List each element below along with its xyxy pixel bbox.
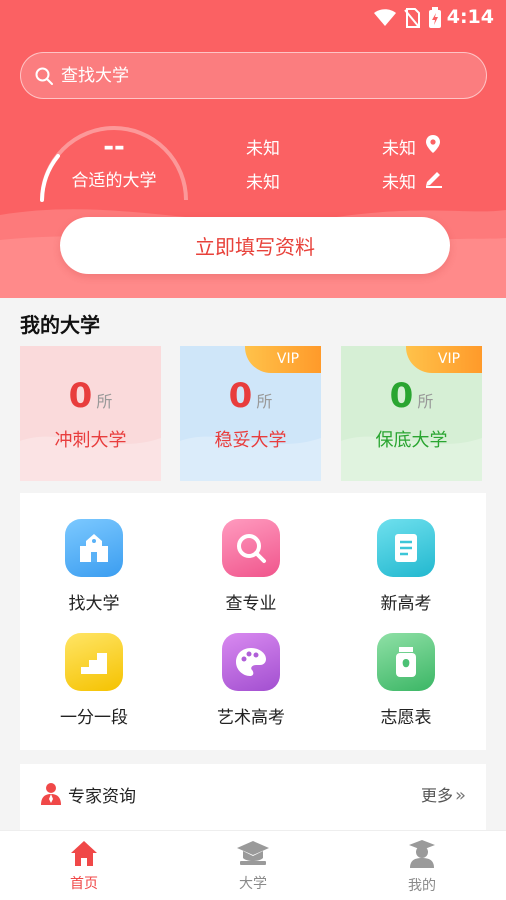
feature-find-university[interactable]: 找大学 (34, 519, 154, 629)
graduation-cap-icon (237, 841, 269, 865)
feature-label: 新高考 (380, 594, 432, 614)
search-icon (35, 67, 53, 85)
feature-label: 一分一段 (60, 708, 128, 728)
tab-mine[interactable]: 我的 (372, 839, 472, 895)
info-left-bottom[interactable]: 未知 (246, 168, 280, 193)
card-count: 0所 (341, 376, 482, 416)
double-chevron-right-icon: » (454, 785, 466, 806)
info-left-top[interactable]: 未知 (246, 134, 280, 159)
jar-icon (377, 633, 435, 691)
header-hero: 4:14 -- 合适的大学 未知 未知 未知 未知 立即填写资料 (0, 0, 506, 298)
wifi-icon (374, 9, 396, 26)
card-count-unit: 所 (417, 392, 434, 411)
no-sim-icon (404, 8, 420, 28)
card-count-number: 0 (389, 376, 414, 416)
card-name: 冲刺大学 (54, 430, 127, 451)
expert-consult-row[interactable]: 专家资询 更多» (20, 764, 486, 830)
status-icons (374, 7, 442, 29)
feature-art-gaokao[interactable]: 艺术高考 (191, 633, 311, 743)
status-bar: 4:14 (0, 0, 506, 36)
steps-icon (65, 633, 123, 691)
feature-label: 找大学 (68, 594, 120, 614)
feature-label: 艺术高考 (217, 708, 285, 728)
status-time: 4:14 (446, 6, 494, 28)
card-count-number: 0 (228, 376, 253, 416)
info-location[interactable]: 未知 (382, 134, 416, 159)
document-icon (377, 519, 435, 577)
search-bar[interactable] (20, 52, 487, 99)
card-count: 0所 (20, 376, 161, 416)
feature-score-rank[interactable]: 一分一段 (34, 633, 154, 743)
graduate-person-icon (409, 840, 435, 868)
school-icon (65, 519, 123, 577)
feature-grid: 找大学 查专业 新高考 一分一段 艺术高考 志愿表 (20, 493, 486, 750)
feature-search-major[interactable]: 查专业 (191, 519, 311, 629)
magnifier-icon (222, 519, 280, 577)
info-score[interactable]: 未知 (382, 168, 416, 193)
card-count-number: 0 (68, 376, 93, 416)
feature-label: 查专业 (225, 594, 277, 614)
card-name: 稳妥大学 (214, 430, 287, 451)
reach-university-card[interactable]: 0所 冲刺大学 (20, 346, 161, 481)
tab-home[interactable]: 首页 (34, 839, 134, 893)
more-label: 更多 (420, 786, 453, 805)
feature-volunteer-form[interactable]: 志愿表 (346, 633, 466, 743)
expert-more-link[interactable]: 更多» (421, 782, 466, 806)
search-input[interactable] (61, 65, 441, 86)
palette-icon (222, 633, 280, 691)
card-count-unit: 所 (256, 392, 273, 411)
card-count-unit: 所 (96, 392, 113, 411)
home-icon (71, 841, 97, 866)
bottom-tab-bar: 首页 大学 我的 (0, 830, 506, 900)
matched-count: -- (103, 132, 125, 162)
backup-university-card[interactable]: VIP 0所 保底大学 (341, 346, 482, 481)
expert-title: 专家资询 (68, 787, 136, 807)
vip-badge: VIP (245, 346, 321, 373)
feature-new-gaokao[interactable]: 新高考 (346, 519, 466, 629)
tab-label: 大学 (239, 876, 267, 892)
tab-university[interactable]: 大学 (203, 839, 303, 893)
tab-label: 我的 (408, 878, 436, 894)
expert-consultant-icon (41, 783, 61, 805)
safe-university-card[interactable]: VIP 0所 稳妥大学 (180, 346, 321, 481)
location-pin-icon (426, 135, 440, 153)
edit-pen-icon (426, 172, 442, 188)
my-universities-title: 我的大学 (20, 313, 100, 337)
matched-label: 合适的大学 (71, 171, 157, 191)
card-name: 保底大学 (375, 430, 448, 451)
vip-badge: VIP (406, 346, 482, 373)
battery-charging-icon (429, 7, 441, 28)
card-count: 0所 (180, 376, 321, 416)
fill-profile-button[interactable]: 立即填写资料 (60, 217, 450, 274)
tab-label: 首页 (70, 876, 98, 892)
feature-label: 志愿表 (380, 708, 432, 728)
